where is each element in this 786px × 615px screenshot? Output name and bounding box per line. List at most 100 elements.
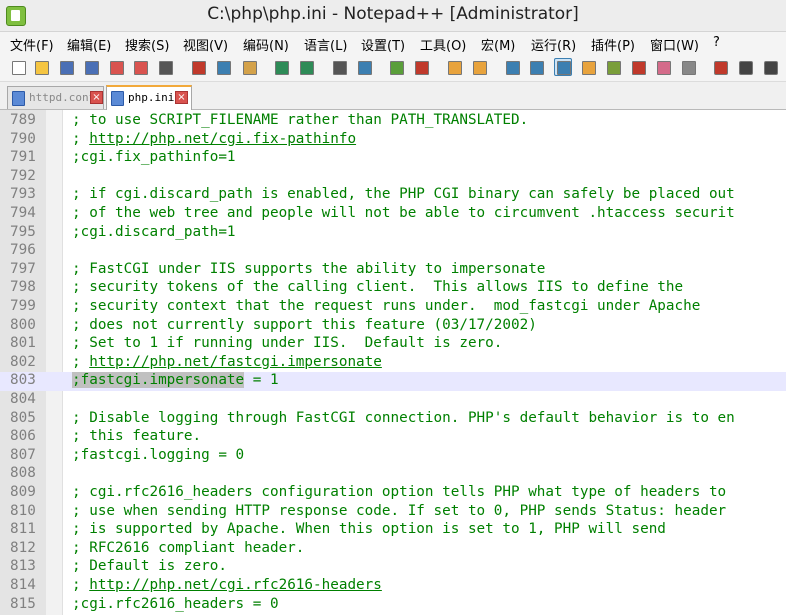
code-line[interactable]: 801 ; Set to 1 if running under IIS. Defa… [0, 335, 786, 354]
code-line[interactable]: 807 ;fastcgi.logging = 0 [0, 447, 786, 466]
code-text[interactable]: ; security context that the request runs… [72, 298, 700, 314]
word-wrap-icon[interactable] [503, 58, 521, 76]
menu-item[interactable]: 窗口(W) [650, 35, 699, 54]
save-all-icon[interactable] [82, 58, 100, 76]
menu-item[interactable]: 设置(T) [361, 35, 405, 54]
close-tab-icon[interactable]: × [175, 91, 188, 104]
close-icon[interactable] [107, 58, 125, 76]
code-line[interactable]: 811 ; is supported by Apache. When this o… [0, 521, 786, 540]
paste-icon[interactable] [240, 58, 258, 76]
code-text[interactable]: ;fastcgi.logging = 0 [72, 447, 244, 463]
show-all-chars-icon[interactable] [527, 58, 545, 76]
menu-item[interactable]: 宏(M) [481, 35, 515, 54]
code-text[interactable]: ; Set to 1 if running under IIS. Default… [72, 335, 502, 351]
code-line[interactable]: 809 ; cgi.rfc2616_headers configuration o… [0, 484, 786, 503]
code-line[interactable]: 794 ; of the web tree and people will not… [0, 205, 786, 224]
url-link[interactable]: http://php.net/fastcgi.impersonate [89, 354, 382, 370]
menu-item[interactable]: 视图(V) [183, 35, 228, 54]
code-line[interactable]: 800 ; does not currently support this fea… [0, 317, 786, 336]
monitor-icon[interactable] [679, 58, 697, 76]
code-text[interactable]: ; if cgi.discard_path is enabled, the PH… [72, 186, 735, 202]
code-text[interactable]: ; of the web tree and people will not be… [72, 205, 735, 221]
menu-item[interactable]: 编码(N) [243, 35, 289, 54]
clipboard-history-icon[interactable] [654, 58, 672, 76]
zoom-out-icon[interactable] [412, 58, 430, 76]
record-macro-icon[interactable] [711, 58, 729, 76]
code-text[interactable]: ; Disable logging through FastCGI connec… [72, 410, 735, 426]
replace-icon[interactable] [355, 58, 373, 76]
tab-httpd-conf[interactable]: httpd.conf × [7, 86, 104, 109]
close-all-icon[interactable] [131, 58, 149, 76]
tab-php-ini[interactable]: php.ini × [106, 85, 192, 111]
code-text[interactable]: ; FastCGI under IIS supports the ability… [72, 261, 545, 277]
code-text[interactable]: ; http://php.net/cgi.fix-pathinfo [72, 131, 356, 147]
code-text[interactable]: ; http://php.net/cgi.rfc2616-headers [72, 577, 382, 593]
menu-item[interactable]: 搜索(S) [125, 35, 169, 54]
code-text[interactable]: ;fastcgi.impersonate = 1 [72, 372, 279, 389]
code-text[interactable]: ; security tokens of the calling client.… [72, 279, 683, 295]
url-link[interactable]: http://php.net/cgi.rfc2616-headers [89, 577, 382, 593]
menu-item[interactable]: 文件(F) [10, 35, 54, 54]
save-icon[interactable] [57, 58, 75, 76]
close-tab-icon[interactable]: × [90, 91, 103, 104]
doc-map-icon[interactable] [579, 58, 597, 76]
code-line[interactable]: 792 [0, 168, 786, 187]
new-file-icon[interactable] [9, 58, 27, 76]
code-line[interactable]: 804 [0, 391, 786, 410]
code-line[interactable]: 815 ;cgi.rfc2616_headers = 0 [0, 596, 786, 615]
code-text[interactable]: ; is supported by Apache. When this opti… [72, 521, 666, 537]
code-text[interactable]: ; use when sending HTTP response code. I… [72, 503, 726, 519]
code-text[interactable]: ;cgi.rfc2616_headers = 0 [72, 596, 279, 612]
folder-workspace-icon[interactable] [629, 58, 647, 76]
code-line[interactable]: 795 ;cgi.discard_path=1 [0, 224, 786, 243]
url-link[interactable]: http://php.net/cgi.fix-pathinfo [89, 131, 356, 147]
code-line[interactable]: 799 ; security context that the request r… [0, 298, 786, 317]
print-icon[interactable] [156, 58, 174, 76]
code-line[interactable]: 797 ; FastCGI under IIS supports the abil… [0, 261, 786, 280]
code-line[interactable]: 810 ; use when sending HTTP response code… [0, 503, 786, 522]
code-line[interactable]: 791 ;cgi.fix_pathinfo=1 [0, 149, 786, 168]
menu-item[interactable]: 工具(O) [420, 35, 466, 54]
menu-item[interactable]: 运行(R) [531, 35, 576, 54]
open-file-icon[interactable] [32, 58, 50, 76]
copy-icon[interactable] [214, 58, 232, 76]
code-line[interactable]: 803 ;fastcgi.impersonate = 1 [0, 372, 786, 391]
redo-icon[interactable] [297, 58, 315, 76]
code-text[interactable]: ; RFC2616 compliant header. [72, 540, 304, 556]
menu-item[interactable]: ? [713, 35, 720, 50]
sync-horizontal-icon[interactable] [470, 58, 488, 76]
code-line[interactable]: 806 ; this feature. [0, 428, 786, 447]
code-line[interactable]: 805 ; Disable logging through FastCGI con… [0, 410, 786, 429]
code-text[interactable]: ; to use SCRIPT_FILENAME rather than PAT… [72, 112, 528, 128]
code-text[interactable]: ;cgi.discard_path=1 [72, 224, 236, 240]
code-text[interactable]: ;cgi.fix_pathinfo=1 [72, 149, 236, 165]
zoom-in-icon[interactable] [387, 58, 405, 76]
code-line[interactable]: 793 ; if cgi.discard_path is enabled, the… [0, 186, 786, 205]
menu-item[interactable]: 语言(L) [304, 35, 347, 54]
code-text[interactable]: ; http://php.net/fastcgi.impersonate [72, 354, 382, 370]
code-line[interactable]: 790 ; http://php.net/cgi.fix-pathinfo [0, 131, 786, 150]
code-text[interactable]: ; does not currently support this featur… [72, 317, 537, 333]
code-text[interactable]: ; cgi.rfc2616_headers configuration opti… [72, 484, 726, 500]
cut-icon[interactable] [189, 58, 207, 76]
code-line[interactable]: 789 ; to use SCRIPT_FILENAME rather than … [0, 112, 786, 131]
find-icon[interactable] [330, 58, 348, 76]
stop-macro-icon[interactable] [736, 58, 754, 76]
code-text[interactable]: ; Default is zero. [72, 558, 227, 574]
code-line[interactable]: 796 [0, 242, 786, 261]
code-line[interactable]: 813 ; Default is zero. [0, 558, 786, 577]
code-line[interactable]: 808 [0, 465, 786, 484]
undo-icon[interactable] [272, 58, 290, 76]
editor-area[interactable]: 789 ; to use SCRIPT_FILENAME rather than … [0, 110, 786, 615]
function-list-icon[interactable] [604, 58, 622, 76]
menu-item[interactable]: 插件(P) [591, 35, 635, 54]
menu-item[interactable]: 编辑(E) [67, 35, 111, 54]
code-line[interactable]: 814 ; http://php.net/cgi.rfc2616-headers [0, 577, 786, 596]
code-line[interactable]: 812 ; RFC2616 compliant header. [0, 540, 786, 559]
indent-guide-icon[interactable] [554, 58, 572, 76]
play-macro-icon[interactable] [761, 58, 779, 76]
code-line[interactable]: 802 ; http://php.net/fastcgi.impersonate [0, 354, 786, 373]
code-text[interactable]: ; this feature. [72, 428, 201, 444]
sync-vertical-icon[interactable] [445, 58, 463, 76]
code-line[interactable]: 798 ; security tokens of the calling clie… [0, 279, 786, 298]
